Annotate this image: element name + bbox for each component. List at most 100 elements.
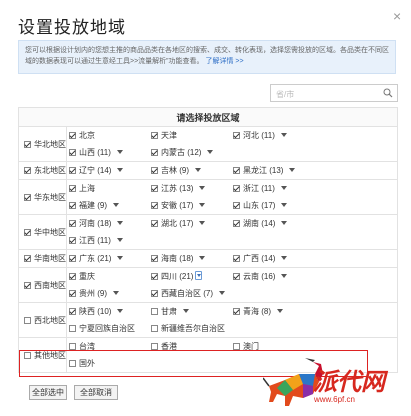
province-checkbox[interactable]	[151, 325, 158, 332]
chevron-down-icon[interactable]	[117, 256, 124, 260]
province-checkbox[interactable]	[233, 202, 240, 209]
province-item[interactable]: 河南 (18)	[69, 215, 151, 232]
chevron-down-icon[interactable]	[281, 203, 288, 207]
chevron-down-icon[interactable]	[207, 150, 214, 154]
clear-all-button[interactable]: 全部取消	[74, 385, 118, 400]
learn-more-link[interactable]: 了解详情 >>	[205, 58, 243, 65]
chevron-down-icon[interactable]	[199, 221, 206, 225]
chevron-down-icon[interactable]	[289, 168, 296, 172]
province-checkbox[interactable]	[233, 308, 240, 315]
province-item[interactable]: 四川 (21)	[151, 268, 233, 285]
province-checkbox[interactable]	[69, 273, 76, 280]
chevron-down-icon[interactable]	[195, 271, 203, 280]
province-checkbox[interactable]	[69, 220, 76, 227]
province-item[interactable]: 甘肃	[151, 303, 233, 320]
chevron-down-icon[interactable]	[199, 203, 206, 207]
province-item[interactable]: 山东 (17)	[233, 197, 315, 214]
province-item[interactable]: 湖北 (17)	[151, 215, 233, 232]
province-checkbox[interactable]	[69, 167, 76, 174]
province-item[interactable]: 宁夏回族自治区	[69, 320, 151, 337]
province-item[interactable]: 贵州 (9)	[69, 285, 151, 302]
chevron-down-icon[interactable]	[277, 309, 284, 313]
province-checkbox[interactable]	[69, 202, 76, 209]
province-checkbox[interactable]	[69, 185, 76, 192]
province-checkbox[interactable]	[233, 255, 240, 262]
province-checkbox[interactable]	[69, 290, 76, 297]
region-checkbox[interactable]	[24, 228, 31, 236]
province-item[interactable]: 新疆维吾尔自治区	[151, 320, 233, 337]
province-item[interactable]: 陕西 (10)	[69, 303, 151, 320]
region-checkbox[interactable]	[24, 140, 31, 148]
chevron-down-icon[interactable]	[113, 203, 120, 207]
province-checkbox[interactable]	[151, 273, 158, 280]
province-checkbox[interactable]	[233, 343, 240, 350]
region-checkbox[interactable]	[24, 255, 31, 262]
province-item[interactable]: 海南 (18)	[151, 250, 233, 267]
province-checkbox[interactable]	[151, 167, 158, 174]
chevron-down-icon[interactable]	[199, 256, 206, 260]
province-item[interactable]: 江西 (11)	[69, 232, 151, 249]
chevron-down-icon[interactable]	[281, 221, 288, 225]
search-input[interactable]: 省/市	[270, 84, 398, 102]
province-checkbox[interactable]	[151, 149, 158, 156]
province-checkbox[interactable]	[151, 308, 158, 315]
chevron-down-icon[interactable]	[281, 256, 288, 260]
province-item[interactable]: 辽宁 (14)	[69, 162, 151, 179]
province-checkbox[interactable]	[233, 132, 240, 139]
province-item[interactable]: 浙江 (11)	[233, 180, 315, 197]
chevron-down-icon[interactable]	[199, 186, 206, 190]
province-checkbox[interactable]	[151, 132, 158, 139]
province-checkbox[interactable]	[151, 202, 158, 209]
province-item[interactable]: 云南 (16)	[233, 268, 315, 285]
province-checkbox[interactable]	[233, 220, 240, 227]
chevron-down-icon[interactable]	[113, 291, 120, 295]
province-checkbox[interactable]	[69, 132, 76, 139]
province-item[interactable]: 河北 (11)	[233, 127, 315, 144]
province-checkbox[interactable]	[69, 149, 76, 156]
chevron-down-icon[interactable]	[117, 221, 124, 225]
chevron-down-icon[interactable]	[183, 309, 189, 313]
province-item[interactable]: 吉林 (9)	[151, 162, 233, 179]
province-item[interactable]: 北京	[69, 127, 151, 144]
province-checkbox[interactable]	[69, 308, 76, 315]
province-item[interactable]: 安徽 (17)	[151, 197, 233, 214]
province-item[interactable]: 天津	[151, 127, 233, 144]
region-checkbox[interactable]	[24, 281, 31, 289]
province-item[interactable]: 上海	[69, 180, 151, 197]
chevron-down-icon[interactable]	[219, 291, 226, 295]
province-item[interactable]: 黑龙江 (13)	[233, 162, 315, 179]
province-item[interactable]: 江苏 (13)	[151, 180, 233, 197]
province-item[interactable]: 湖南 (14)	[233, 215, 315, 232]
province-checkbox[interactable]	[69, 237, 76, 244]
province-checkbox[interactable]	[151, 290, 158, 297]
province-item[interactable]: 广西 (14)	[233, 250, 315, 267]
province-checkbox[interactable]	[151, 343, 158, 350]
region-checkbox[interactable]	[24, 316, 31, 324]
province-item[interactable]: 西藏自治区 (7)	[151, 285, 233, 302]
province-checkbox[interactable]	[151, 255, 158, 262]
chevron-down-icon[interactable]	[117, 168, 124, 172]
province-item[interactable]: 福建 (9)	[69, 197, 151, 214]
province-checkbox[interactable]	[151, 185, 158, 192]
province-checkbox[interactable]	[151, 220, 158, 227]
province-item[interactable]: 重庆	[69, 268, 151, 285]
search-icon[interactable]	[383, 88, 393, 98]
province-item[interactable]: 山西 (11)	[69, 144, 151, 161]
province-checkbox[interactable]	[233, 167, 240, 174]
province-item[interactable]: 青海 (8)	[233, 303, 315, 320]
region-checkbox[interactable]	[24, 167, 31, 174]
chevron-down-icon[interactable]	[195, 168, 202, 172]
close-icon[interactable]: ×	[393, 8, 401, 24]
chevron-down-icon[interactable]	[280, 133, 287, 137]
province-checkbox[interactable]	[233, 273, 240, 280]
province-checkbox[interactable]	[233, 185, 240, 192]
province-checkbox[interactable]	[69, 325, 76, 332]
chevron-down-icon[interactable]	[280, 186, 287, 190]
chevron-down-icon[interactable]	[116, 150, 123, 154]
province-item[interactable]: 广东 (21)	[69, 250, 151, 267]
region-checkbox[interactable]	[24, 193, 31, 201]
province-checkbox[interactable]	[69, 255, 76, 262]
chevron-down-icon[interactable]	[116, 238, 123, 242]
chevron-down-icon[interactable]	[281, 274, 288, 278]
province-item[interactable]: 内蒙古 (12)	[151, 144, 233, 161]
